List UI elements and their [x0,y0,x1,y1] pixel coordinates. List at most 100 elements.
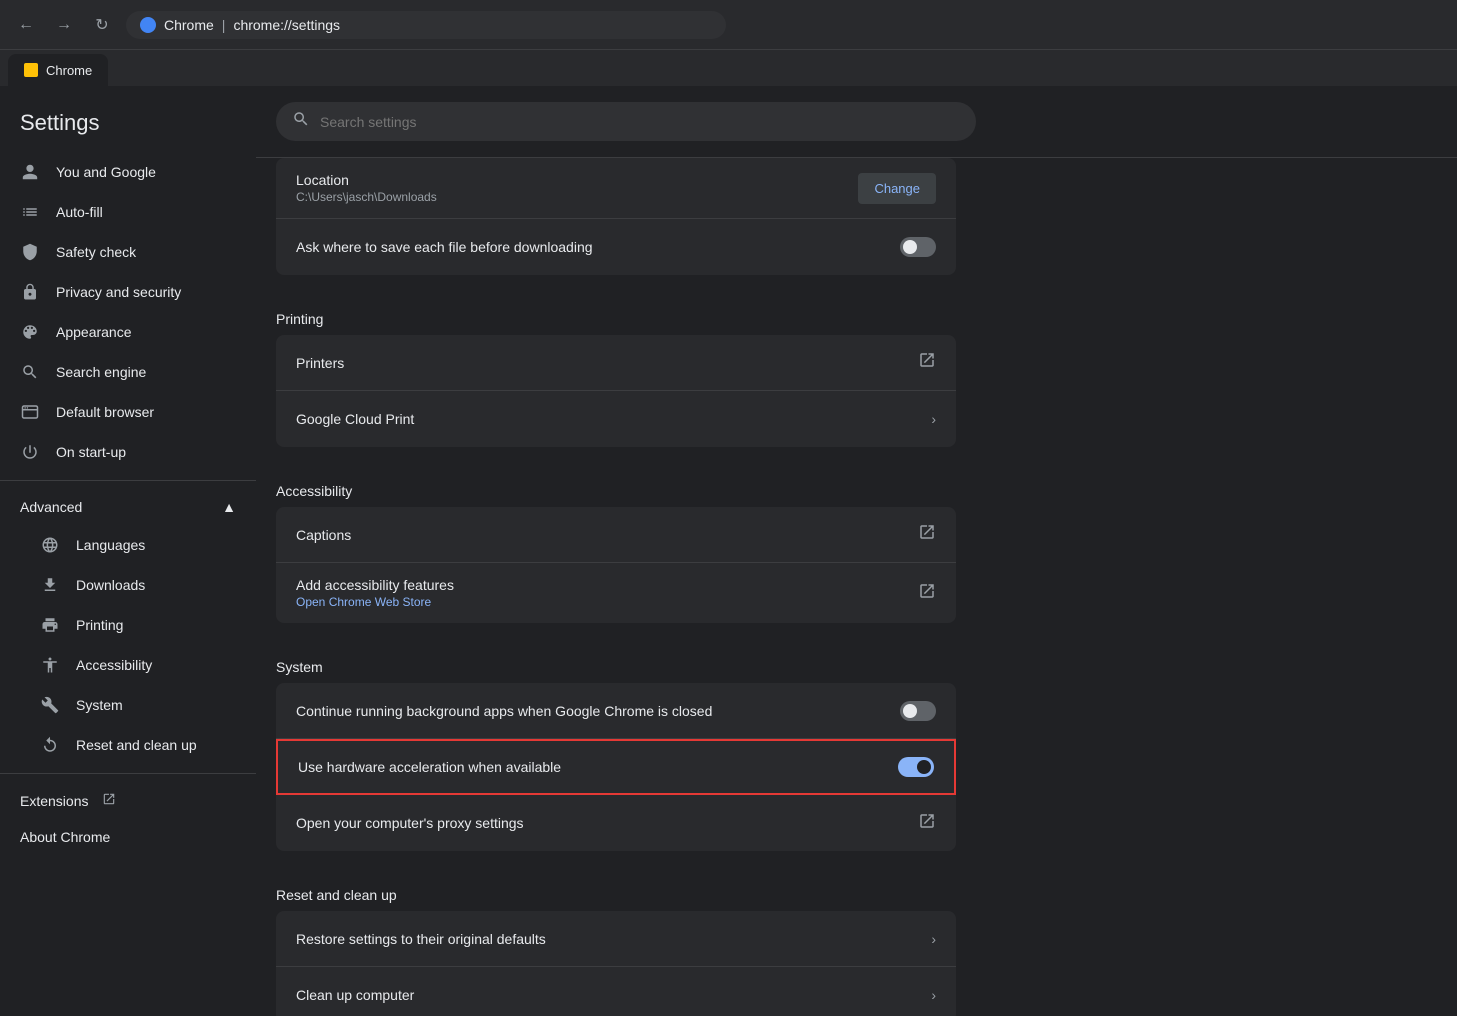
sidebar-item-on-start-up[interactable]: On start-up [0,432,256,472]
main-layout: Settings You and Google Auto-fill Safety… [0,86,1457,1016]
sidebar-item-appearance[interactable]: Appearance [0,312,256,352]
sidebar-label-default-browser: Default browser [56,404,154,420]
sidebar-item-reset-and-clean-up[interactable]: Reset and clean up [20,725,256,765]
captions-row[interactable]: Captions [276,507,956,563]
accessibility-icon [40,655,60,675]
advanced-section-header[interactable]: Advanced ▲ [0,489,256,525]
sidebar-item-search-engine[interactable]: Search engine [0,352,256,392]
continue-background-label: Continue running background apps when Go… [296,703,712,719]
restore-settings-chevron: › [931,931,936,947]
add-accessibility-external-icon [918,582,936,605]
sidebar-item-system[interactable]: System [20,685,256,725]
google-cloud-print-chevron: › [931,411,936,427]
clean-up-chevron: › [931,987,936,1003]
sidebar-label-you-and-google: You and Google [56,164,156,180]
printers-external-icon [918,351,936,374]
favicon [140,17,156,33]
wrench-icon [40,695,60,715]
ask-save-label: Ask where to save each file before downl… [296,239,593,255]
sidebar-item-you-and-google[interactable]: You and Google [0,152,256,192]
sidebar-label-appearance: Appearance [56,324,132,340]
sidebar-label-downloads: Downloads [76,577,145,593]
google-cloud-print-label: Google Cloud Print [296,411,414,427]
sidebar-divider-1 [0,480,256,481]
search-bar[interactable] [276,102,976,141]
sidebar-item-privacy-and-security[interactable]: Privacy and security [0,272,256,312]
tab-label: Chrome [46,63,92,78]
location-row-left: Location C:\Users\jasch\Downloads [296,172,858,204]
continue-background-toggle[interactable] [900,701,936,721]
sidebar-item-default-browser[interactable]: Default browser [0,392,256,432]
reset-section-label: Reset and clean up [276,871,956,911]
address-bar[interactable]: Chrome | chrome://settings [126,11,726,39]
sidebar-item-languages[interactable]: Languages [20,525,256,565]
search-icon [20,362,40,382]
hardware-accel-row: Use hardware acceleration when available [276,739,956,795]
sidebar-item-printing[interactable]: Printing [20,605,256,645]
tab-bar: Chrome [0,50,1457,86]
clean-up-computer-row[interactable]: Clean up computer › [276,967,956,1016]
print-icon [40,615,60,635]
ask-save-toggle[interactable] [900,237,936,257]
lock-icon [20,282,40,302]
proxy-settings-row[interactable]: Open your computer's proxy settings [276,795,956,851]
add-accessibility-left: Add accessibility features Open Chrome W… [296,577,918,609]
browser-icon [20,402,40,422]
search-input[interactable] [320,114,960,130]
sidebar-item-about-chrome[interactable]: About Chrome [0,819,256,855]
location-row: Location C:\Users\jasch\Downloads Change [276,158,956,219]
restore-settings-label: Restore settings to their original defau… [296,931,546,947]
printing-card: Printers Google Cloud Print › [276,335,956,447]
active-tab[interactable]: Chrome [8,54,108,86]
advanced-subsection: Languages Downloads Printing Accessibili… [0,525,256,765]
search-input-icon [292,110,310,133]
sidebar-label-reset: Reset and clean up [76,737,197,753]
download-icon [40,575,60,595]
reload-button[interactable]: ↻ [88,11,116,39]
advanced-label: Advanced [20,499,82,515]
printers-row[interactable]: Printers [276,335,956,391]
location-path: C:\Users\jasch\Downloads [296,190,858,204]
add-accessibility-label: Add accessibility features [296,577,918,593]
sidebar-label-privacy: Privacy and security [56,284,181,300]
hardware-accel-toggle[interactable] [898,757,934,777]
settings-content: Location C:\Users\jasch\Downloads Change… [256,158,976,1016]
globe-icon [40,535,60,555]
reset-card: Restore settings to their original defau… [276,911,956,1016]
sidebar-item-downloads[interactable]: Downloads [20,565,256,605]
hardware-accel-slider [898,757,934,777]
restore-settings-row[interactable]: Restore settings to their original defau… [276,911,956,967]
ask-save-toggle-slider [900,237,936,257]
list-icon [20,202,40,222]
proxy-settings-external-icon [918,812,936,835]
clean-up-label: Clean up computer [296,987,414,1003]
sidebar-item-auto-fill[interactable]: Auto-fill [0,192,256,232]
search-bar-container [256,86,1457,158]
palette-icon [20,322,40,342]
system-section-label: System [276,643,956,683]
sidebar-label-auto-fill: Auto-fill [56,204,103,220]
about-chrome-label: About Chrome [20,829,110,845]
change-button[interactable]: Change [858,173,936,204]
captions-external-icon [918,523,936,546]
system-card: Continue running background apps when Go… [276,683,956,851]
forward-button[interactable]: → [50,11,78,39]
sidebar-divider-2 [0,773,256,774]
browser-bar: ← → ↻ Chrome | chrome://settings [0,0,1457,50]
sidebar-item-accessibility[interactable]: Accessibility [20,645,256,685]
sidebar-item-safety-check[interactable]: Safety check [0,232,256,272]
sidebar-label-printing: Printing [76,617,123,633]
shield-icon [20,242,40,262]
accessibility-card: Captions Add accessibility features Open… [276,507,956,623]
extensions-label: Extensions [20,793,88,809]
add-accessibility-row[interactable]: Add accessibility features Open Chrome W… [276,563,956,623]
sidebar-label-on-start-up: On start-up [56,444,126,460]
reset-icon [40,735,60,755]
sidebar-label-system: System [76,697,123,713]
sidebar-item-extensions[interactable]: Extensions [0,782,256,819]
back-button[interactable]: ← [12,11,40,39]
captions-label: Captions [296,527,351,543]
sidebar-label-search-engine: Search engine [56,364,146,380]
extensions-external-icon [102,792,116,809]
google-cloud-print-row[interactable]: Google Cloud Print › [276,391,956,447]
